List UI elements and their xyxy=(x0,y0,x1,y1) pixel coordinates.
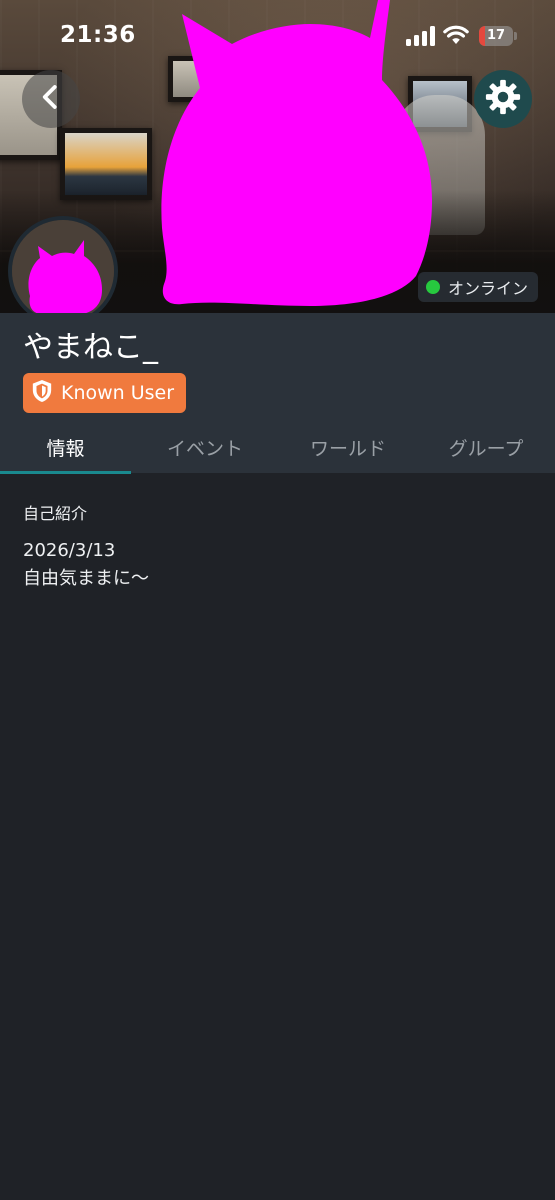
username: やまねこ_ xyxy=(23,330,158,365)
tab-info[interactable]: 情報 xyxy=(0,420,131,474)
chevron-left-icon xyxy=(36,82,66,116)
tab-worlds[interactable]: ワールド xyxy=(279,420,417,474)
gear-icon xyxy=(484,78,522,120)
battery-level: 17 xyxy=(486,28,506,43)
back-button[interactable] xyxy=(22,70,80,128)
online-dot-icon xyxy=(426,280,440,294)
online-status-badge: オンライン xyxy=(418,272,539,302)
profile-tabs: 情報 イベント ワールド グループ xyxy=(0,420,555,474)
trust-rank-label: Known User xyxy=(61,382,175,404)
wifi-icon xyxy=(443,24,469,46)
status-bar: 21:36 17 xyxy=(0,0,555,72)
tab-events[interactable]: イベント xyxy=(131,420,279,474)
battery-icon: 17 xyxy=(479,26,517,46)
avatar[interactable] xyxy=(8,216,118,326)
tab-groups[interactable]: グループ xyxy=(417,420,555,474)
status-time: 21:36 xyxy=(60,22,136,48)
battery-cap xyxy=(514,32,517,40)
cellular-signal-icon xyxy=(406,26,436,46)
online-status-label: オンライン xyxy=(448,279,529,298)
bio-text: 2026/3/13 自由気ままに〜 xyxy=(23,540,149,589)
bio-section-title: 自己紹介 xyxy=(23,504,88,523)
settings-button[interactable] xyxy=(474,70,532,128)
trust-rank-badge: Known User xyxy=(23,373,187,413)
shield-icon xyxy=(31,379,53,407)
